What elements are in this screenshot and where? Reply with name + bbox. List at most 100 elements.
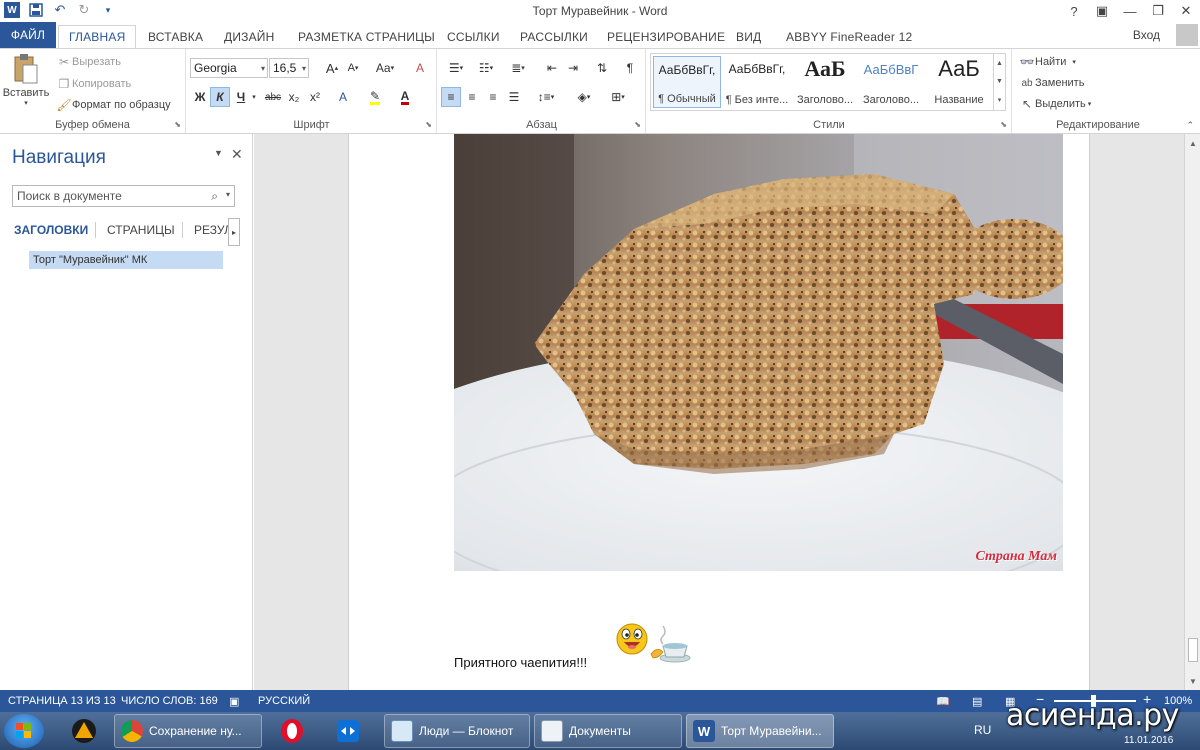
change-case-button[interactable]: Aa ▾	[371, 58, 399, 78]
scrollbar-thumb[interactable]	[1188, 638, 1198, 662]
increase-indent-icon[interactable]: ⇥	[563, 58, 583, 78]
copy-button[interactable]: ❐ Копировать	[56, 76, 132, 92]
ribbon-display-icon[interactable]: ▣	[1088, 0, 1116, 22]
dialog-launcher-icon[interactable]: ⬊	[1000, 120, 1007, 129]
numbering-icon[interactable]: ☷ ▾	[472, 58, 500, 78]
text-effects-icon[interactable]: A	[333, 87, 353, 107]
cut-button[interactable]: ✂ Вырезать	[56, 54, 121, 70]
opera-icon[interactable]	[272, 715, 312, 747]
shrink-font-button[interactable]: A ▾	[343, 58, 363, 78]
justify-icon[interactable]: ☰	[504, 87, 524, 107]
highlight-icon[interactable]: ✎	[365, 87, 385, 107]
print-layout-icon[interactable]: ▤	[972, 695, 982, 708]
style-title[interactable]: АаБ Название	[925, 56, 993, 108]
select-button[interactable]: ↖ Выделить ▾	[1019, 96, 1091, 112]
align-right-icon[interactable]: ≡	[483, 87, 503, 107]
more-icon[interactable]: ▾	[998, 96, 1002, 104]
taskbar-chrome[interactable]: Сохранение ну...	[114, 714, 262, 748]
word-count[interactable]: ЧИСЛО СЛОВ: 169	[121, 695, 218, 707]
dialog-launcher-icon[interactable]: ⬊	[174, 120, 181, 129]
input-language[interactable]: RU	[974, 723, 991, 737]
line-spacing-icon[interactable]: ↕≡ ▾	[532, 87, 560, 107]
read-mode-icon[interactable]: 📖	[936, 695, 950, 708]
cake-photo[interactable]: Страна Мам	[454, 134, 1063, 571]
dialog-launcher-icon[interactable]: ⬊	[425, 120, 432, 129]
multilevel-list-icon[interactable]: ≣ ▾	[504, 58, 532, 78]
style-no-spacing[interactable]: АаБбВвГг, ¶ Без инте...	[723, 56, 791, 108]
language-status[interactable]: РУССКИЙ	[258, 695, 310, 707]
font-color-icon[interactable]: A	[395, 87, 415, 107]
underline-button[interactable]: Ч	[231, 87, 251, 107]
tab-design[interactable]: ДИЗАЙН	[214, 25, 285, 48]
tab-abbyy[interactable]: ABBYY FineReader 12	[776, 25, 922, 48]
avatar[interactable]	[1176, 24, 1198, 46]
chevron-up-icon[interactable]: ▲	[996, 60, 1003, 67]
strikethrough-button[interactable]: abc	[263, 87, 283, 107]
style-normal[interactable]: АаБбВвГг, ¶ Обычный	[653, 56, 721, 108]
font-size-combo[interactable]: 16,5 ▾	[269, 58, 309, 78]
nav-close-icon[interactable]: ✕	[231, 146, 243, 163]
replace-button[interactable]: ab Заменить	[1019, 75, 1084, 91]
format-painter-button[interactable]: 🖌 Формат по образцу	[56, 97, 170, 113]
tab-insert[interactable]: ВСТАВКА	[138, 25, 213, 48]
superscript-button[interactable]: x²	[305, 87, 325, 107]
chevron-down-icon[interactable]: ▾	[226, 190, 230, 199]
chevron-right-icon[interactable]: ▸	[228, 218, 240, 246]
italic-button[interactable]: К	[210, 87, 230, 107]
start-button[interactable]	[4, 714, 44, 748]
tab-view[interactable]: ВИД	[726, 25, 771, 48]
nav-tab-results[interactable]: РЕЗУЛ	[194, 223, 228, 237]
tray-date[interactable]: 11.01.2016	[1124, 735, 1173, 746]
document-text[interactable]: Приятного чаепития!!!	[454, 655, 587, 670]
search-icon[interactable]: ⌕	[211, 189, 218, 204]
subscript-button[interactable]: x₂	[284, 87, 304, 107]
close-button[interactable]: ✕	[1172, 0, 1200, 22]
help-button[interactable]: ?	[1060, 0, 1088, 22]
tab-review[interactable]: РЕЦЕНЗИРОВАНИЕ	[597, 25, 735, 48]
app-icon[interactable]	[64, 715, 104, 747]
proofing-icon[interactable]: ▣	[229, 695, 239, 708]
maximize-button[interactable]: ❐	[1144, 0, 1172, 22]
style-heading-1[interactable]: АаБ Заголово...	[791, 56, 859, 108]
nav-options-icon[interactable]: ▼	[214, 148, 223, 158]
sort-icon[interactable]: ⇅	[592, 58, 612, 78]
nav-tab-pages[interactable]: СТРАНИЦЫ	[107, 223, 175, 237]
dialog-launcher-icon[interactable]: ⬊	[634, 120, 641, 129]
grow-font-button[interactable]: A ▴	[322, 58, 342, 78]
minimize-button[interactable]: —	[1116, 0, 1144, 22]
tab-page-layout[interactable]: РАЗМЕТКА СТРАНИЦЫ	[288, 25, 445, 48]
nav-search-input[interactable]: Поиск в документе ⌕ ▾	[12, 185, 235, 207]
shading-icon[interactable]: ◈ ▾	[570, 87, 598, 107]
tab-mailings[interactable]: РАССЫЛКИ	[510, 25, 598, 48]
styles-scroll[interactable]: ▲ ▼ ▾	[993, 54, 1005, 110]
sign-in-link[interactable]: Вход	[1133, 28, 1160, 42]
tab-references[interactable]: ССЫЛКИ	[437, 25, 510, 48]
chevron-down-icon[interactable]: ▾	[249, 87, 259, 107]
taskbar-word[interactable]: W Торт Муравейни...	[686, 714, 834, 748]
style-heading-2[interactable]: АаБбВвГ Заголово...	[857, 56, 925, 108]
taskbar-notepad[interactable]: Люди — Блокнот	[384, 714, 530, 748]
taskbar-documents[interactable]: Документы	[534, 714, 682, 748]
paste-button[interactable]: Вставить ▾	[3, 53, 49, 113]
chevron-down-icon[interactable]: ▼	[996, 78, 1003, 85]
decrease-indent-icon[interactable]: ⇤	[542, 58, 562, 78]
teamviewer-icon[interactable]	[328, 715, 368, 747]
chevron-up-icon[interactable]: ▲	[1185, 136, 1200, 150]
page-count[interactable]: СТРАНИЦА 13 ИЗ 13	[8, 695, 116, 707]
tab-home[interactable]: ГЛАВНАЯ	[58, 25, 137, 48]
pilcrow-icon[interactable]: ¶	[620, 58, 640, 78]
chevron-down-icon[interactable]: ▼	[1185, 674, 1200, 688]
borders-icon[interactable]: ⊞ ▾	[604, 87, 632, 107]
nav-tab-headings[interactable]: ЗАГОЛОВКИ	[14, 223, 88, 237]
collapse-ribbon-icon[interactable]: ⌃	[1186, 120, 1194, 131]
nav-heading-item[interactable]: Торт "Муравейник" МК	[29, 251, 223, 269]
align-center-icon[interactable]: ≡	[462, 87, 482, 107]
clear-formatting-icon[interactable]: A	[410, 58, 430, 78]
bold-button[interactable]: Ж	[190, 87, 210, 107]
tab-file[interactable]: ФАЙЛ	[0, 22, 56, 48]
align-left-icon[interactable]: ≡	[441, 87, 461, 107]
find-button[interactable]: 👓 Найти ▾	[1019, 54, 1076, 70]
bullets-icon[interactable]: ☰ ▾	[442, 58, 470, 78]
font-name-combo[interactable]: Georgia ▾	[190, 58, 268, 78]
vertical-scrollbar[interactable]: ▲ ▼	[1184, 134, 1200, 690]
